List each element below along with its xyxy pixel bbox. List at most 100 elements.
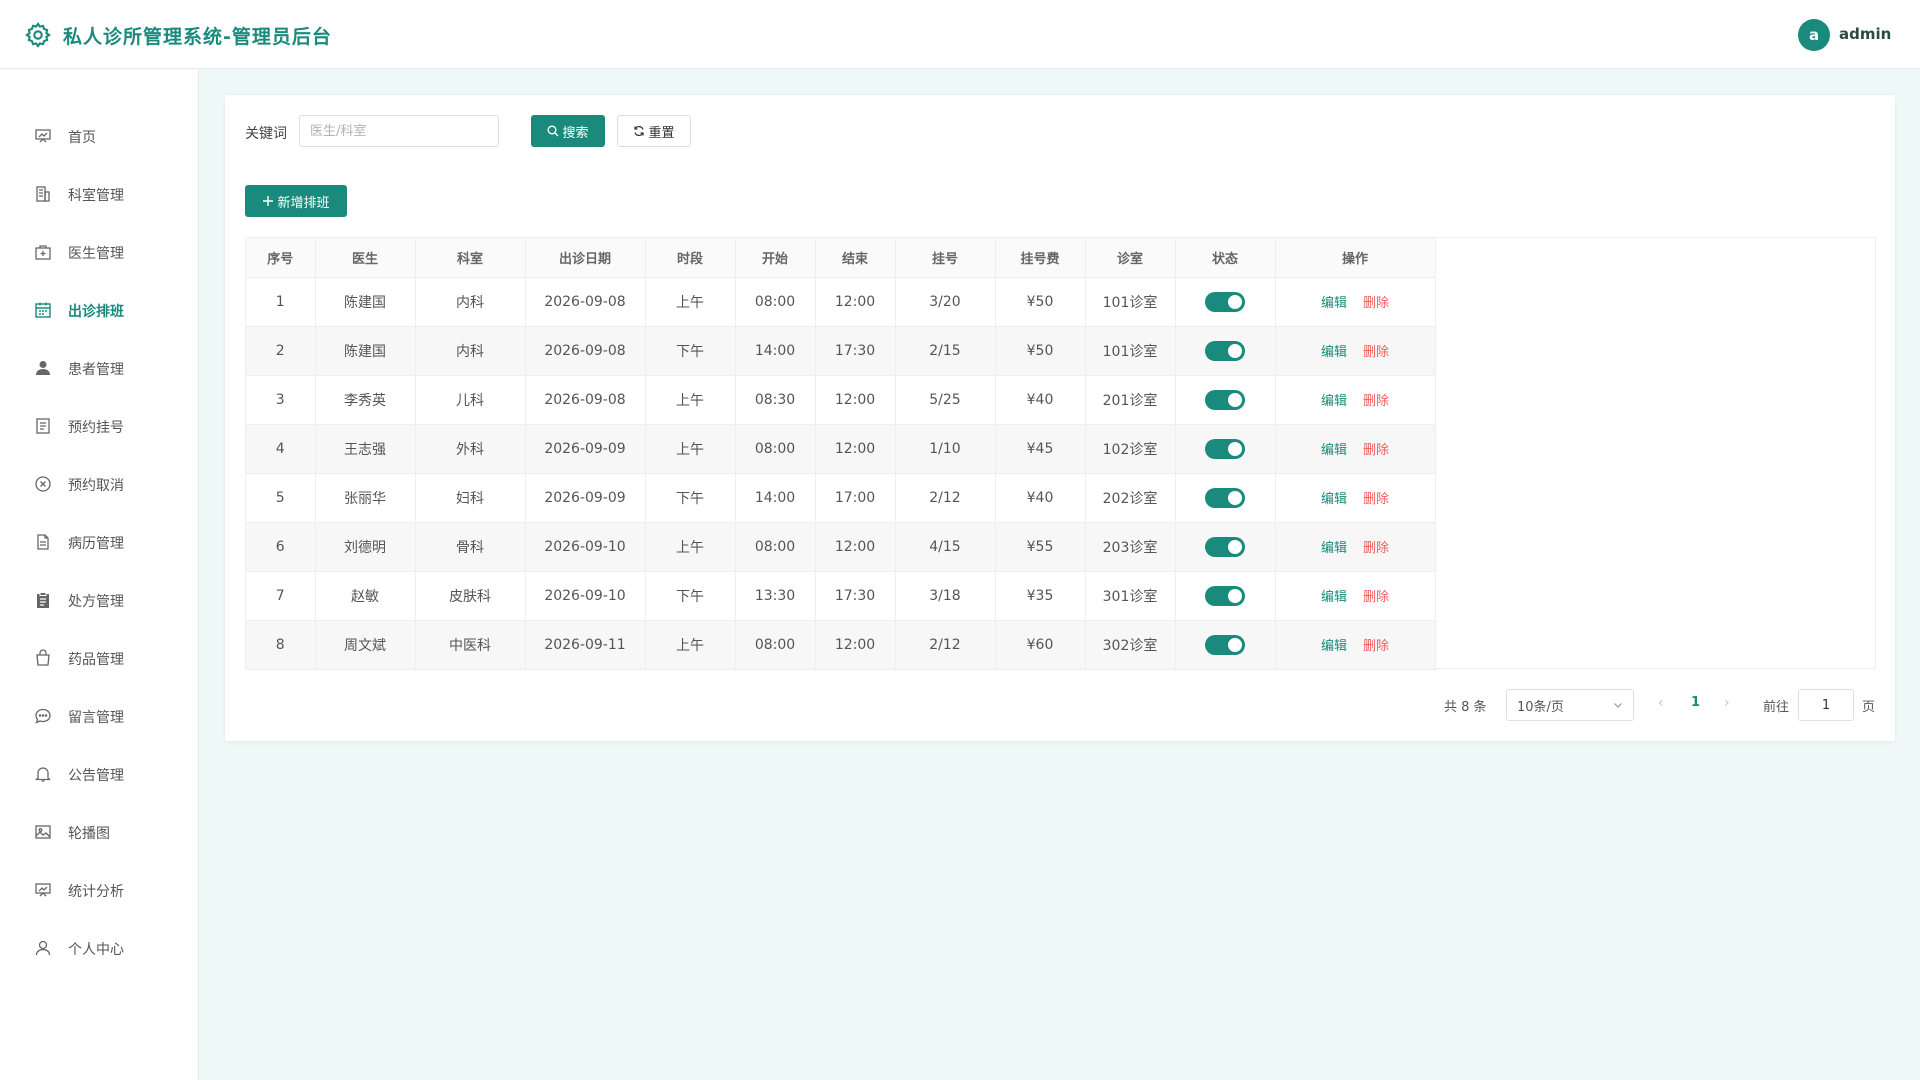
delete-button[interactable]: 删除 [1363, 492, 1389, 507]
fee-cell: ¥60 [995, 620, 1086, 670]
edit-button[interactable]: 编辑 [1321, 639, 1347, 654]
sidebar-item-label: 药品管理 [68, 652, 124, 668]
room-cell: 201诊室 [1085, 375, 1176, 425]
page-number-current[interactable]: 1 [1691, 695, 1700, 710]
period-cell: 下午 [645, 473, 736, 523]
status-toggle[interactable] [1205, 536, 1245, 557]
keyword-input[interactable] [299, 115, 499, 147]
file-icon [37, 534, 49, 550]
toggle-knob [1228, 441, 1242, 456]
actions-cell: 编辑 删除 [1275, 620, 1436, 670]
table-row: 2 陈建国 内科 2026-09-08 下午 14:00 17:30 2/15 ¥50 101诊室… [246, 326, 1436, 376]
sidebar-item-departments[interactable]: 科室管理 [0, 174, 199, 214]
status-toggle[interactable] [1205, 291, 1245, 312]
page-size-value: 10条/页 [1517, 699, 1564, 715]
add-schedule-button[interactable]: 新增排班 [245, 185, 347, 217]
goto-page-input[interactable] [1798, 689, 1854, 721]
edit-button[interactable]: 编辑 [1321, 296, 1347, 311]
next-page-icon[interactable]: › [1724, 695, 1730, 711]
status-cell [1175, 326, 1276, 376]
sidebar-item-schedule[interactable]: 出诊排班 [0, 290, 199, 330]
fee-cell: ¥50 [995, 326, 1086, 376]
start-time-cell: 14:00 [735, 326, 816, 376]
sidebar-item-messages[interactable]: 留言管理 [0, 696, 199, 736]
table-row: 6 刘德明 骨科 2026-09-10 上午 08:00 12:00 4/15 ¥55 203诊室… [246, 522, 1436, 572]
delete-button[interactable]: 删除 [1363, 394, 1389, 409]
search-button[interactable]: 搜索 [531, 115, 605, 147]
status-toggle[interactable] [1205, 438, 1245, 459]
table-row: 1 陈建国 内科 2026-09-08 上午 08:00 12:00 3/20 ¥50 101诊室… [246, 277, 1436, 327]
start-time-cell: 14:00 [735, 473, 816, 523]
registration-count-cell: 1/10 [895, 424, 996, 474]
sidebar-item-prescriptions[interactable]: 处方管理 [0, 580, 199, 620]
sidebar-item-home[interactable]: 首页 [0, 116, 199, 156]
sidebar-item-patients[interactable]: 患者管理 [0, 348, 199, 388]
avatar[interactable]: a [1798, 19, 1830, 51]
edit-button[interactable]: 编辑 [1321, 590, 1347, 605]
period-cell: 上午 [645, 620, 736, 670]
delete-button[interactable]: 删除 [1363, 541, 1389, 556]
sidebar-item-profile[interactable]: 个人中心 [0, 928, 199, 968]
fee-cell: ¥50 [995, 277, 1086, 327]
refresh-icon [634, 125, 645, 137]
fee-cell: ¥45 [995, 424, 1086, 474]
start-time-cell: 08:00 [735, 522, 816, 572]
column-header: 诊室 [1085, 238, 1176, 278]
sidebar-item-medicines[interactable]: 药品管理 [0, 638, 199, 678]
start-time-cell: 08:00 [735, 277, 816, 327]
delete-button[interactable]: 删除 [1363, 345, 1389, 360]
date-cell: 2026-09-08 [525, 277, 646, 327]
delete-button[interactable]: 删除 [1363, 639, 1389, 654]
edit-button[interactable]: 编辑 [1321, 443, 1347, 458]
delete-button[interactable]: 删除 [1363, 296, 1389, 311]
status-toggle[interactable] [1205, 487, 1245, 508]
end-time-cell: 12:00 [815, 277, 896, 327]
column-header: 挂号 [895, 238, 996, 278]
column-header: 科室 [415, 238, 526, 278]
department-cell: 内科 [415, 326, 526, 376]
actions-cell: 编辑 删除 [1275, 522, 1436, 572]
registration-count-cell: 3/20 [895, 277, 996, 327]
delete-button[interactable]: 删除 [1363, 443, 1389, 458]
actions-cell: 编辑 删除 [1275, 424, 1436, 474]
room-cell: 202诊室 [1085, 473, 1176, 523]
sidebar-item-statistics[interactable]: 统计分析 [0, 870, 199, 910]
status-toggle[interactable] [1205, 585, 1245, 606]
registration-count-cell: 3/18 [895, 571, 996, 621]
sidebar-item-carousel[interactable]: 轮播图 [0, 812, 199, 852]
sidebar-item-notices[interactable]: 公告管理 [0, 754, 199, 794]
sidebar-item-doctors[interactable]: 医生管理 [0, 232, 199, 272]
status-toggle[interactable] [1205, 340, 1245, 361]
status-cell [1175, 424, 1276, 474]
edit-button[interactable]: 编辑 [1321, 492, 1347, 507]
fee-cell: ¥55 [995, 522, 1086, 572]
doctor-cell: 赵敏 [315, 571, 416, 621]
edit-button[interactable]: 编辑 [1321, 394, 1347, 409]
fee-cell: ¥40 [995, 473, 1086, 523]
status-toggle[interactable] [1205, 634, 1245, 655]
doctor-cell: 周文斌 [315, 620, 416, 670]
doctor-cell: 刘德明 [315, 522, 416, 572]
registration-count-cell: 2/12 [895, 620, 996, 670]
delete-button[interactable]: 删除 [1363, 590, 1389, 605]
edit-button[interactable]: 编辑 [1321, 541, 1347, 556]
username[interactable]: admin [1839, 25, 1891, 43]
table-row: 3 李秀英 儿科 2026-09-08 上午 08:30 12:00 5/25 ¥40 201诊室… [246, 375, 1436, 425]
period-cell: 上午 [645, 522, 736, 572]
page-size-select[interactable]: 10条/页 [1506, 689, 1634, 721]
sidebar-item-cancellations[interactable]: 预约取消 [0, 464, 199, 504]
prev-page-icon[interactable]: ‹ [1658, 695, 1664, 711]
sidebar-item-appointments[interactable]: 预约挂号 [0, 406, 199, 446]
reset-button[interactable]: 重置 [617, 115, 691, 147]
building-icon [36, 186, 50, 202]
pagination-total: 共 8 条 [1444, 700, 1487, 715]
edit-button[interactable]: 编辑 [1321, 345, 1347, 360]
registration-count-cell: 5/25 [895, 375, 996, 425]
date-cell: 2026-09-10 [525, 522, 646, 572]
app-title: 私人诊所管理系统-管理员后台 [63, 26, 332, 48]
status-toggle[interactable] [1205, 389, 1245, 410]
document-icon [36, 418, 50, 434]
sidebar-item-records[interactable]: 病历管理 [0, 522, 199, 562]
chevron-down-icon [1614, 703, 1622, 708]
table-row: 4 王志强 外科 2026-09-09 上午 08:00 12:00 1/10 ¥45 102诊室… [246, 424, 1436, 474]
